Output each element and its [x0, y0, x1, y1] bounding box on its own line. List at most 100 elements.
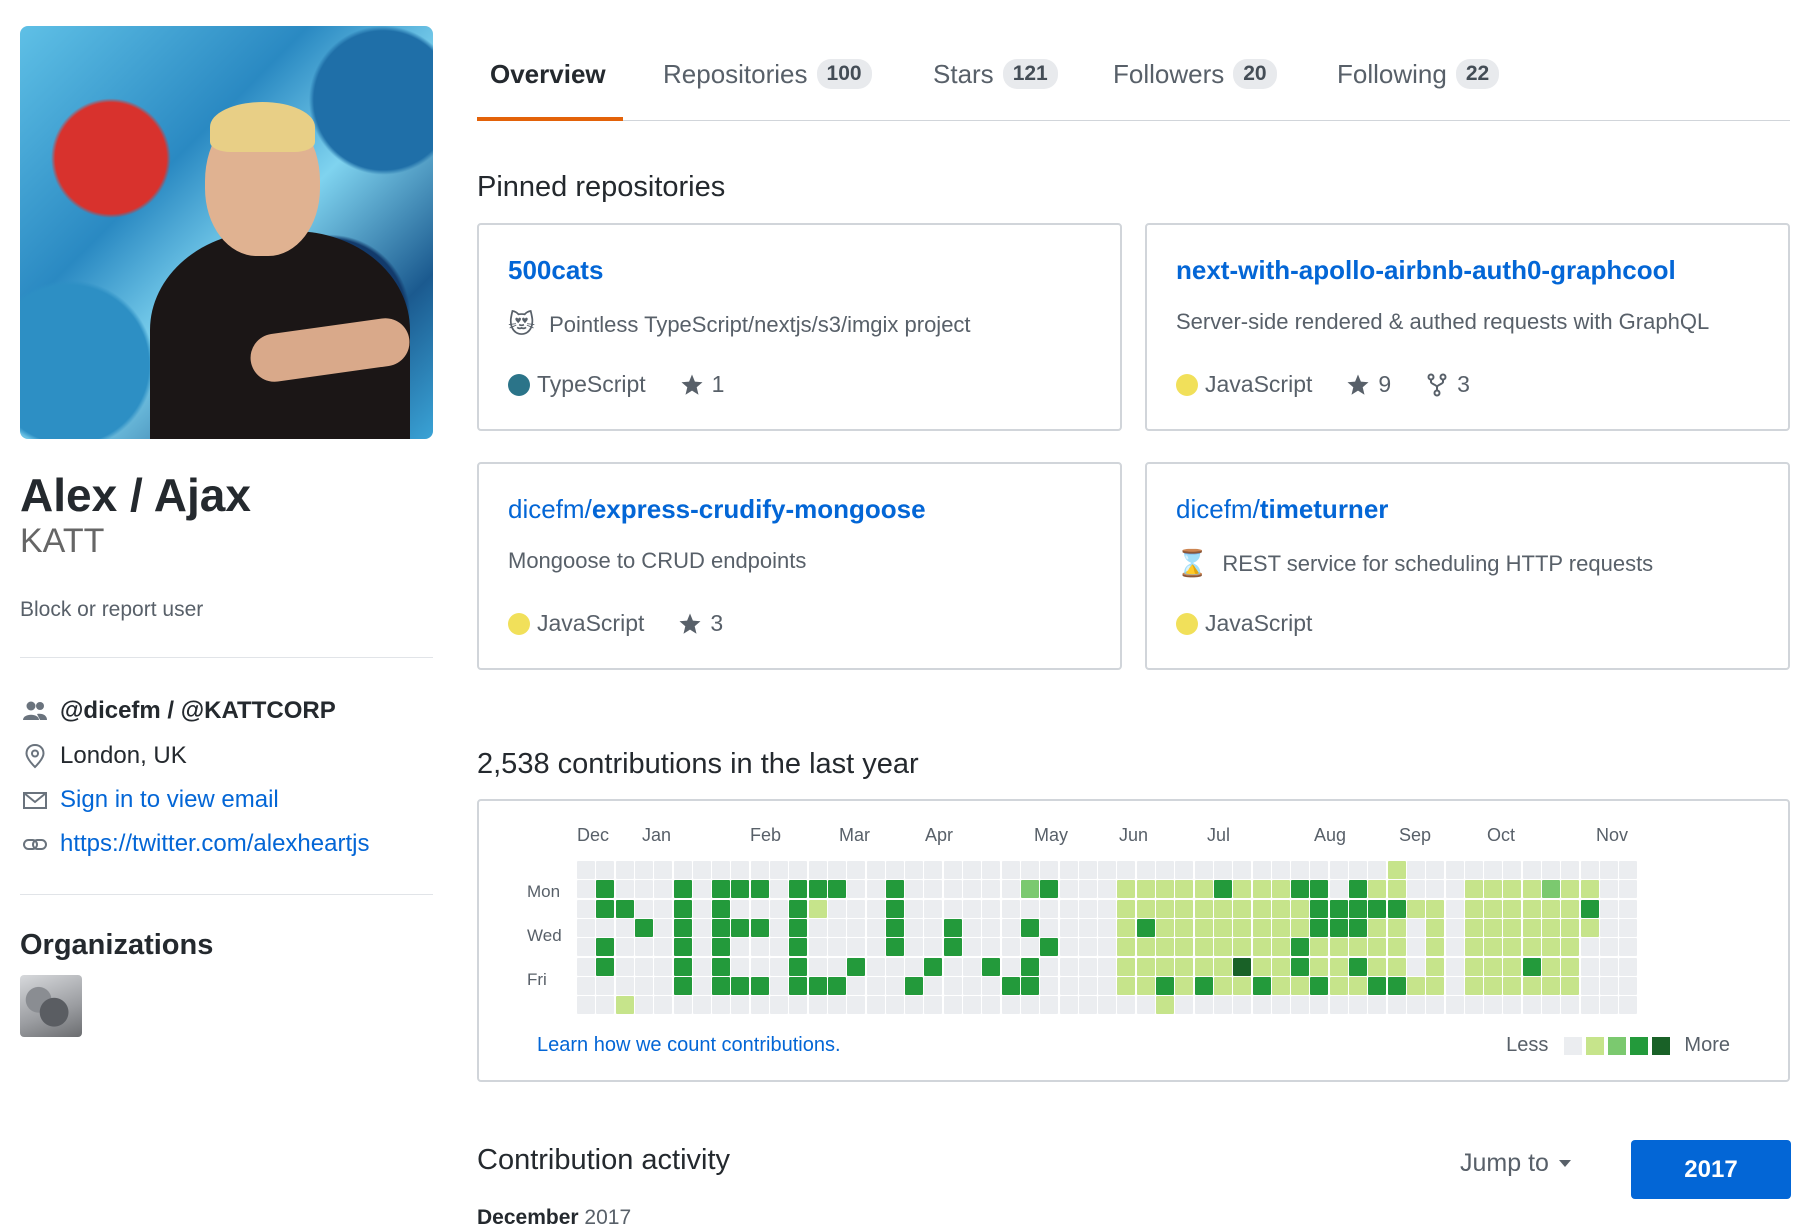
- contribution-day[interactable]: [1213, 861, 1232, 879]
- contribution-day[interactable]: [1387, 996, 1406, 1015]
- contribution-day[interactable]: [1522, 918, 1541, 937]
- contribution-day[interactable]: [1252, 938, 1271, 957]
- contribution-day[interactable]: [1522, 880, 1541, 899]
- contribution-day[interactable]: [789, 861, 808, 879]
- contribution-day[interactable]: [1098, 880, 1117, 899]
- contribution-day[interactable]: [1368, 957, 1387, 976]
- contribution-day[interactable]: [1561, 861, 1580, 879]
- contribution-day[interactable]: [1233, 976, 1252, 995]
- contribution-day[interactable]: [1040, 938, 1059, 957]
- contribution-day[interactable]: [1117, 918, 1136, 937]
- repo-link[interactable]: dicefm/timeturner: [1176, 494, 1388, 525]
- contribution-day[interactable]: [1484, 918, 1503, 937]
- contribution-day[interactable]: [1271, 899, 1290, 918]
- contribution-day[interactable]: [1561, 976, 1580, 995]
- contribution-day[interactable]: [1233, 880, 1252, 899]
- contribution-day[interactable]: [1059, 861, 1078, 879]
- contribution-day[interactable]: [1503, 880, 1522, 899]
- contribution-day[interactable]: [827, 861, 846, 879]
- contribution-day[interactable]: [1001, 957, 1020, 976]
- contribution-day[interactable]: [654, 899, 673, 918]
- contribution-day[interactable]: [1561, 918, 1580, 937]
- vcard-organization-text[interactable]: @dicefm / @KATTCORP: [60, 697, 336, 725]
- contribution-day[interactable]: [1484, 899, 1503, 918]
- contribution-day[interactable]: [1194, 976, 1213, 995]
- contribution-day[interactable]: [1059, 918, 1078, 937]
- contribution-day[interactable]: [1368, 861, 1387, 879]
- contribution-day[interactable]: [1117, 996, 1136, 1015]
- contribution-day[interactable]: [1406, 918, 1425, 937]
- contribution-day[interactable]: [1291, 880, 1310, 899]
- tab-stars[interactable]: Stars 121: [933, 54, 1058, 94]
- contribution-day[interactable]: [1001, 861, 1020, 879]
- contribution-day[interactable]: [1040, 976, 1059, 995]
- contribution-day[interactable]: [1291, 976, 1310, 995]
- contribution-day[interactable]: [1175, 918, 1194, 937]
- contribution-day[interactable]: [577, 938, 595, 957]
- contribution-day[interactable]: [750, 957, 769, 976]
- contribution-day[interactable]: [1426, 976, 1445, 995]
- contribution-day[interactable]: [1136, 976, 1155, 995]
- website-link[interactable]: https://twitter.com/alexheartjs: [60, 830, 369, 858]
- contribution-day[interactable]: [1040, 899, 1059, 918]
- contribution-day[interactable]: [1387, 918, 1406, 937]
- contribution-day[interactable]: [1291, 861, 1310, 879]
- contribution-day[interactable]: [654, 880, 673, 899]
- contribution-day[interactable]: [577, 957, 595, 976]
- contribution-day[interactable]: [731, 957, 750, 976]
- contribution-day[interactable]: [1233, 996, 1252, 1015]
- contribution-day[interactable]: [1213, 918, 1232, 937]
- contribution-day[interactable]: [712, 996, 731, 1015]
- contribution-day[interactable]: [654, 861, 673, 879]
- contribution-day[interactable]: [1213, 957, 1232, 976]
- contribution-day[interactable]: [1001, 880, 1020, 899]
- contribution-day[interactable]: [1349, 861, 1367, 879]
- contribution-day[interactable]: [654, 938, 673, 957]
- contribution-day[interactable]: [1233, 938, 1252, 957]
- contribution-day[interactable]: [1619, 976, 1638, 995]
- contribution-day[interactable]: [1078, 880, 1097, 899]
- contribution-day[interactable]: [963, 976, 981, 995]
- contribution-day[interactable]: [982, 996, 1001, 1015]
- contribution-day[interactable]: [827, 957, 846, 976]
- contribution-day[interactable]: [577, 861, 595, 879]
- contribution-day[interactable]: [692, 996, 711, 1015]
- contribution-day[interactable]: [673, 880, 692, 899]
- contribution-day[interactable]: [1098, 957, 1117, 976]
- contribution-day[interactable]: [1156, 880, 1174, 899]
- contribution-day[interactable]: [1542, 880, 1560, 899]
- contribution-day[interactable]: [1406, 996, 1425, 1015]
- contribution-day[interactable]: [1522, 957, 1541, 976]
- contribution-day[interactable]: [1580, 861, 1599, 879]
- contribution-day[interactable]: [1329, 899, 1348, 918]
- contribution-day[interactable]: [615, 957, 634, 976]
- contribution-day[interactable]: [1387, 861, 1406, 879]
- contribution-day[interactable]: [827, 938, 846, 957]
- contribution-day[interactable]: [770, 957, 788, 976]
- contribution-day[interactable]: [770, 918, 788, 937]
- contribution-day[interactable]: [634, 976, 653, 995]
- contribution-day[interactable]: [1426, 861, 1445, 879]
- contribution-day[interactable]: [712, 918, 731, 937]
- contribution-day[interactable]: [789, 938, 808, 957]
- contribution-day[interactable]: [943, 976, 962, 995]
- contribution-day[interactable]: [963, 996, 981, 1015]
- contribution-day[interactable]: [1213, 938, 1232, 957]
- contribution-day[interactable]: [1426, 938, 1445, 957]
- contribution-day[interactable]: [692, 976, 711, 995]
- contribution-day[interactable]: [1194, 996, 1213, 1015]
- contribution-day[interactable]: [1271, 880, 1290, 899]
- contribution-day[interactable]: [808, 957, 827, 976]
- contribution-day[interactable]: [885, 880, 904, 899]
- contribution-day[interactable]: [1156, 996, 1174, 1015]
- contribution-day[interactable]: [866, 976, 885, 995]
- contribution-day[interactable]: [731, 976, 750, 995]
- contribution-day[interactable]: [1368, 899, 1387, 918]
- contribution-day[interactable]: [1098, 996, 1117, 1015]
- contribution-day[interactable]: [1464, 938, 1483, 957]
- contribution-day[interactable]: [1194, 880, 1213, 899]
- contribution-day[interactable]: [847, 861, 866, 879]
- contribution-day[interactable]: [1619, 899, 1638, 918]
- contribution-day[interactable]: [1136, 899, 1155, 918]
- contribution-day[interactable]: [847, 996, 866, 1015]
